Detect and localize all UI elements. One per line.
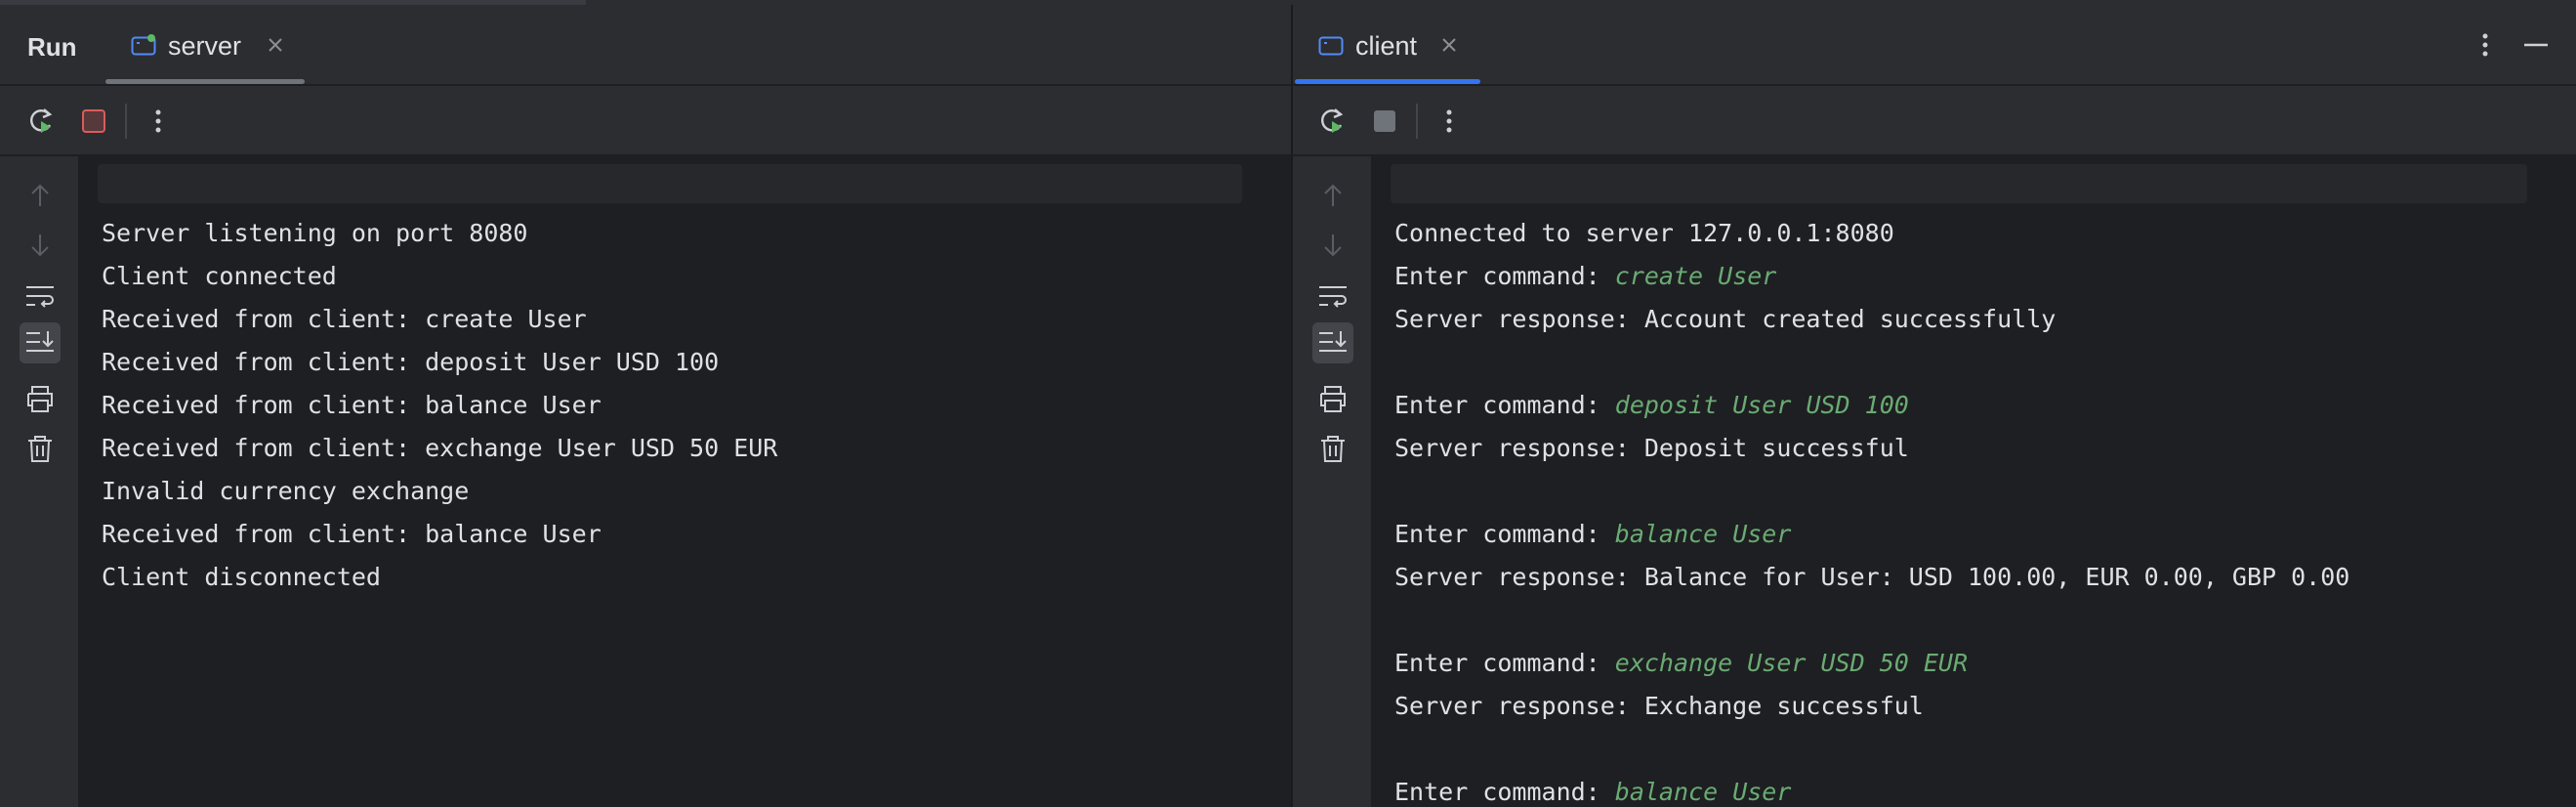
- scroll-to-end-toggle[interactable]: [1312, 322, 1353, 363]
- soft-wrap-icon[interactable]: [23, 279, 57, 313]
- print-icon[interactable]: [23, 382, 57, 415]
- client-panel: client Connected to server 127.0.0.1:808…: [1293, 5, 2576, 807]
- print-icon[interactable]: [1316, 382, 1350, 415]
- user-input-text: balance User: [1614, 520, 1792, 548]
- scroll-to-end-toggle[interactable]: [20, 322, 61, 363]
- console-line: Server response: Account created success…: [1394, 305, 2057, 333]
- minimize-icon[interactable]: [2521, 30, 2551, 60]
- more-vertical-icon[interactable]: [143, 106, 174, 137]
- console-line: Client disconnected: [102, 563, 381, 591]
- arrow-down-icon[interactable]: [23, 229, 57, 262]
- soft-wrap-icon[interactable]: [1316, 279, 1350, 313]
- tab-server-label: server: [168, 31, 242, 61]
- arrow-down-icon[interactable]: [1316, 229, 1350, 262]
- toolbar-separator: [1416, 104, 1418, 139]
- command-prompt: Enter command:: [1394, 649, 1615, 677]
- server-toolbar: [0, 86, 1291, 156]
- console-header-strip: [1391, 164, 2527, 203]
- more-vertical-icon[interactable]: [1433, 106, 1465, 137]
- client-console-output[interactable]: Connected to server 127.0.0.1:8080 Enter …: [1371, 156, 2576, 807]
- scroll-to-end-icon: [26, 331, 54, 352]
- command-prompt: Enter command:: [1394, 262, 1615, 290]
- console-line: Received from client: deposit User USD 1…: [102, 348, 720, 376]
- trash-icon[interactable]: [1316, 432, 1350, 465]
- console-line: Server listening on port 8080: [102, 219, 528, 247]
- scroll-to-end-icon: [1319, 331, 1347, 352]
- console-line: Received from client: balance User: [102, 391, 602, 419]
- client-tab-bar: client: [1293, 5, 2576, 86]
- console-line: Server response: Balance for User: USD 1…: [1394, 563, 2350, 591]
- user-input-text: deposit User USD 100: [1614, 391, 1909, 419]
- tab-server-underline: [105, 79, 305, 84]
- arrow-up-icon[interactable]: [1316, 179, 1350, 212]
- user-input-text: create User: [1614, 262, 1777, 290]
- client-console-gutter: [1293, 156, 1371, 807]
- tab-client-label: client: [1355, 31, 1418, 61]
- trash-icon[interactable]: [23, 432, 57, 465]
- console-icon: [131, 34, 156, 56]
- console-line: Server response: Deposit successful: [1394, 434, 1909, 462]
- console-line: Server response: Exchange successful: [1394, 692, 1924, 720]
- command-prompt: Enter command:: [1394, 778, 1615, 806]
- command-prompt: Enter command:: [1394, 520, 1615, 548]
- close-icon[interactable]: [1439, 35, 1459, 55]
- console-icon: [1318, 36, 1344, 56]
- console-line: Enter command: create User: [1394, 255, 2566, 298]
- tab-server[interactable]: server: [105, 5, 305, 84]
- console-header-strip: [98, 164, 1242, 203]
- close-icon[interactable]: [266, 35, 285, 55]
- stop-icon[interactable]: [1369, 106, 1400, 137]
- user-input-text: exchange User USD 50 EUR: [1614, 649, 1969, 677]
- toolbar-separator: [125, 104, 127, 139]
- arrow-up-icon[interactable]: [23, 179, 57, 212]
- server-console-lines: Server listening on port 8080 Client conn…: [102, 212, 1281, 599]
- tab-client[interactable]: client: [1293, 5, 1478, 84]
- console-line: Enter command: balance User: [1394, 771, 2566, 807]
- console-line: Invalid currency exchange: [102, 477, 470, 505]
- client-console-lines: Connected to server 127.0.0.1:8080 Enter …: [1394, 212, 2566, 807]
- client-toolbar: [1293, 86, 2576, 156]
- console-line: Enter command: balance User: [1394, 513, 2566, 556]
- command-prompt: Enter command:: [1394, 391, 1615, 419]
- server-console-output[interactable]: Server listening on port 8080 Client conn…: [78, 156, 1291, 807]
- console-line: Received from client: create User: [102, 305, 587, 333]
- console-line: Enter command: deposit User USD 100: [1394, 384, 2566, 427]
- options-more-icon[interactable]: [2471, 30, 2500, 60]
- server-console-gutter: [0, 156, 78, 807]
- console-line: Received from client: exchange User USD …: [102, 434, 778, 462]
- console-line: Connected to server 127.0.0.1:8080: [1394, 219, 1894, 247]
- tab-client-underline: [1295, 79, 1480, 84]
- stop-icon[interactable]: [78, 106, 109, 137]
- console-line: Client connected: [102, 262, 337, 290]
- server-panel: Run server Server listening on port 8080…: [0, 5, 1291, 807]
- server-tab-bar: Run server: [0, 5, 1291, 86]
- rerun-icon[interactable]: [1316, 106, 1348, 137]
- rerun-icon[interactable]: [25, 106, 57, 137]
- console-line: Received from client: balance User: [102, 520, 602, 548]
- user-input-text: balance User: [1614, 778, 1792, 806]
- run-title: Run: [27, 32, 77, 62]
- run-tool-window: Run server Server listening on port 8080…: [0, 0, 2576, 807]
- console-line: Enter command: exchange User USD 50 EUR: [1394, 642, 2566, 685]
